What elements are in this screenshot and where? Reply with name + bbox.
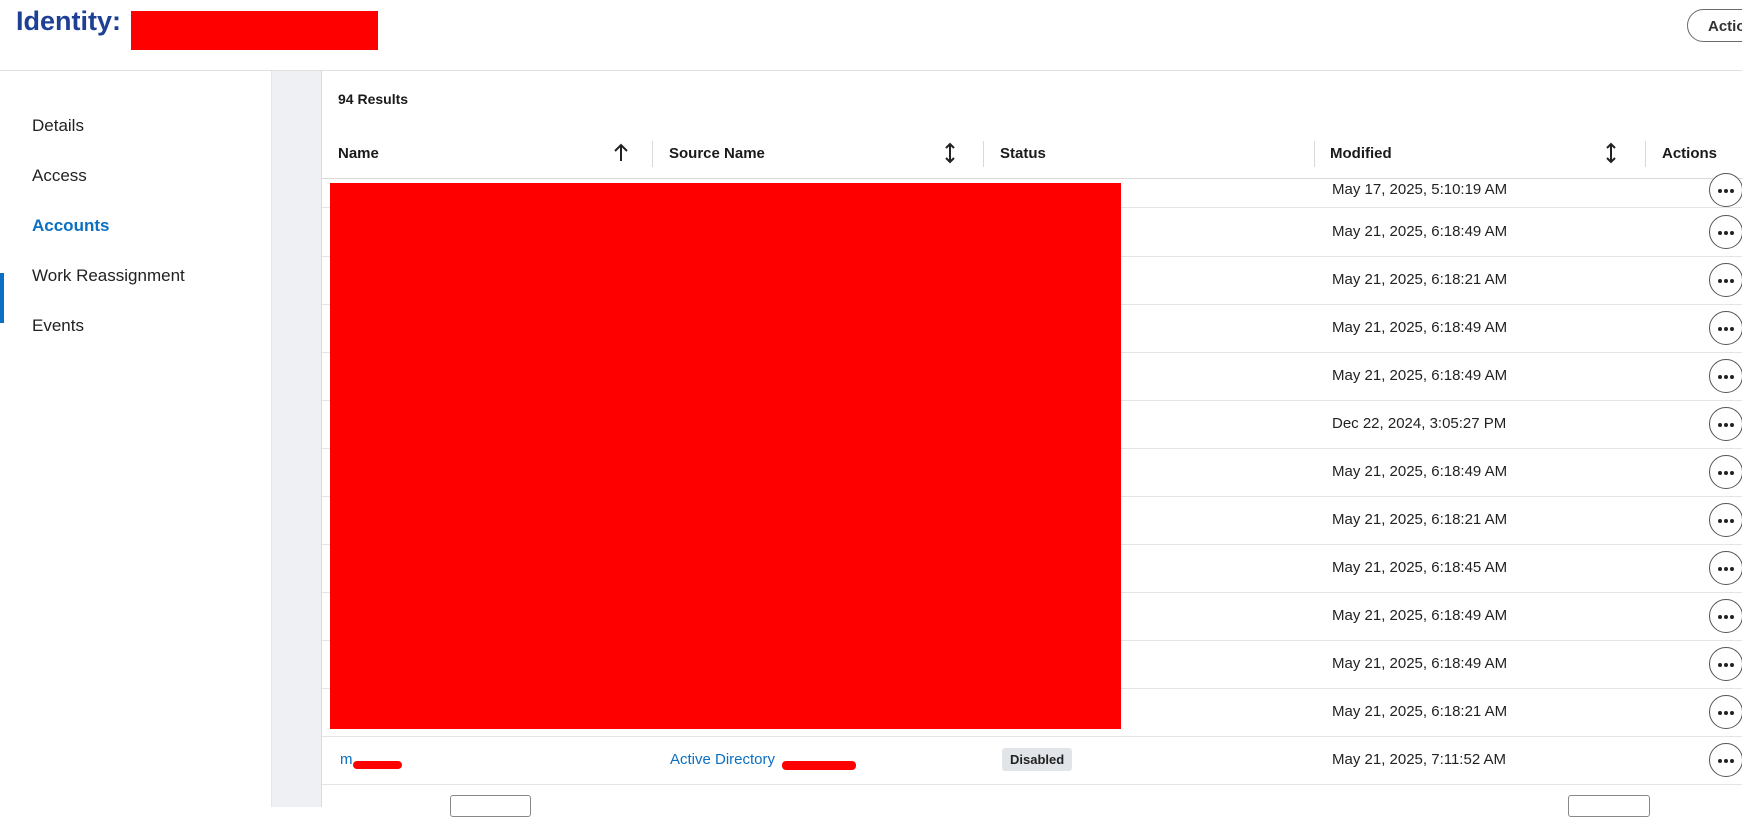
more-actions-button[interactable]	[1709, 173, 1742, 207]
sidebar-item-events[interactable]: Events	[32, 316, 84, 336]
column-label-source: Source Name	[669, 145, 765, 162]
sort-both-icon[interactable]	[941, 141, 959, 165]
modified-date: May 21, 2025, 6:18:21 AM	[1332, 511, 1508, 528]
more-actions-button[interactable]	[1709, 743, 1742, 777]
modified-date: May 21, 2025, 6:18:49 AM	[1332, 319, 1508, 336]
modified-date: May 21, 2025, 6:18:49 AM	[1332, 607, 1508, 624]
table-row[interactable]: m Active Directory Disabled May 21, 2025…	[322, 736, 1742, 785]
modified-date: May 21, 2025, 6:18:49 AM	[1332, 223, 1508, 240]
more-actions-button[interactable]	[1709, 599, 1742, 633]
more-actions-button[interactable]	[1709, 503, 1742, 537]
status-badge: Disabled	[1002, 748, 1073, 771]
sidebar-item-accounts[interactable]: Accounts	[32, 216, 109, 236]
pagination-control[interactable]	[1568, 795, 1650, 817]
column-header-name[interactable]: Name	[338, 129, 379, 178]
results-count: 94 Results	[338, 91, 409, 107]
sidebar-item-access[interactable]: Access	[32, 166, 87, 186]
column-label-status: Status	[1000, 145, 1046, 162]
sidebar-item-work-reassignment[interactable]: Work Reassignment	[32, 266, 185, 286]
page-size-select[interactable]	[450, 795, 531, 817]
modified-date: May 17, 2025, 5:10:19 AM	[1332, 181, 1508, 198]
redacted-account-name	[353, 761, 402, 769]
column-divider	[652, 141, 653, 167]
column-label-name: Name	[338, 145, 379, 162]
sort-both-icon[interactable]	[1602, 141, 1620, 165]
actions-button[interactable]: Actions	[1687, 9, 1742, 42]
column-header-source-name[interactable]: Source Name	[669, 129, 765, 178]
modified-date: May 21, 2025, 6:18:49 AM	[1332, 463, 1508, 480]
results-bar: 94 Results	[322, 71, 1742, 130]
column-header-modified[interactable]: Modified	[1330, 129, 1392, 178]
more-actions-button[interactable]	[1709, 407, 1742, 441]
modified-date: May 21, 2025, 6:18:49 AM	[1332, 655, 1508, 672]
page-header: Identity: Actions	[0, 0, 1742, 71]
more-actions-button[interactable]	[1709, 311, 1742, 345]
more-actions-button[interactable]	[1709, 695, 1742, 729]
modified-date: May 21, 2025, 6:18:45 AM	[1332, 559, 1508, 576]
sort-ascending-icon[interactable]	[612, 141, 630, 165]
more-actions-button[interactable]	[1709, 263, 1742, 297]
column-label-modified: Modified	[1330, 145, 1392, 162]
more-actions-button[interactable]	[1709, 647, 1742, 681]
more-actions-button[interactable]	[1709, 551, 1742, 585]
page-title: Identity:	[16, 6, 121, 36]
redacted-source-suffix	[782, 761, 856, 770]
redacted-identity-name	[131, 11, 378, 50]
sidebar: Details Access Accounts Work Reassignmen…	[0, 71, 272, 807]
column-label-actions: Actions	[1662, 145, 1718, 162]
modified-date: Dec 22, 2024, 3:05:27 PM	[1332, 415, 1507, 432]
column-divider	[1314, 141, 1315, 167]
sidebar-item-details[interactable]: Details	[32, 116, 84, 136]
redacted-table-region	[330, 183, 1121, 729]
column-divider	[983, 141, 984, 167]
modified-date: May 21, 2025, 6:18:49 AM	[1332, 367, 1508, 384]
account-name-link[interactable]: m	[340, 751, 353, 768]
active-indicator	[0, 273, 4, 323]
modified-date: May 21, 2025, 6:18:21 AM	[1332, 271, 1508, 288]
source-name-link[interactable]: Active Directory	[670, 751, 775, 768]
table-header: Name Source Name Status Modified Actions	[322, 129, 1742, 179]
more-actions-button[interactable]	[1709, 455, 1742, 489]
more-actions-button[interactable]	[1709, 215, 1742, 249]
modified-date: May 21, 2025, 6:18:21 AM	[1332, 703, 1508, 720]
column-header-actions: Actions	[1662, 129, 1717, 178]
more-actions-button[interactable]	[1709, 359, 1742, 393]
modified-date: May 21, 2025, 7:11:52 AM	[1332, 751, 1507, 768]
column-divider	[1645, 141, 1646, 167]
column-header-status[interactable]: Status	[1000, 129, 1046, 178]
